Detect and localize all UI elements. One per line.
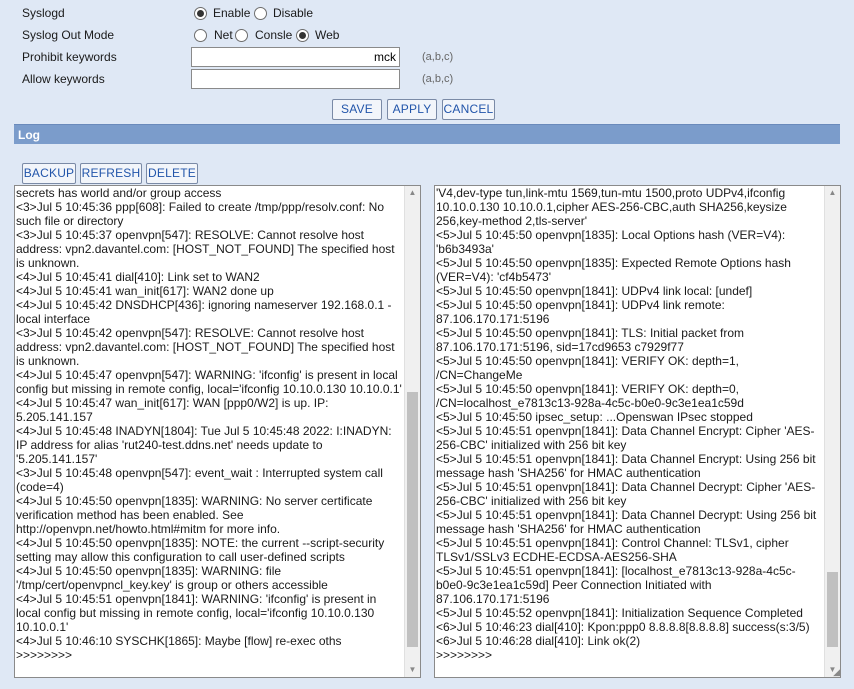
- syslogd-label: Syslogd: [22, 6, 65, 20]
- allow-hint: (a,b,c): [422, 73, 454, 85]
- log-line: secrets has world and/or group access: [16, 186, 222, 200]
- log-line: <5>Jul 5 10:45:51 openvpn[1841]: [localh…: [436, 564, 796, 606]
- log-line: <5>Jul 5 10:45:52 openvpn[1841]: Initial…: [436, 606, 803, 620]
- log-line: <5>Jul 5 10:45:50 openvpn[1835]: Expecte…: [436, 256, 791, 284]
- log-line: <5>Jul 5 10:45:50 openvpn[1841]: VERIFY …: [436, 354, 739, 382]
- out-mode-net-label: Net: [214, 28, 233, 42]
- prohibit-hint: (a,b,c): [422, 51, 454, 63]
- log-line: <4>Jul 5 10:45:41 dial[410]: Link set to…: [16, 270, 260, 284]
- scroll-up-icon[interactable]: ▲: [825, 186, 840, 200]
- syslogd-enable-radio[interactable]: [194, 7, 207, 20]
- scrollbar-thumb[interactable]: [827, 572, 838, 647]
- log-line: <5>Jul 5 10:45:50 openvpn[1841]: VERIFY …: [436, 382, 744, 410]
- log-line: 'V4,dev-type tun,link-mtu 1569,tun-mtu 1…: [436, 186, 787, 228]
- log-line: <5>Jul 5 10:45:50 ipsec_setup: ...Opensw…: [436, 410, 753, 424]
- prohibit-label: Prohibit keywords: [22, 50, 117, 64]
- prohibit-keywords-input[interactable]: [191, 47, 400, 67]
- scroll-up-icon[interactable]: ▲: [405, 186, 420, 200]
- scroll-down-icon[interactable]: ▼: [405, 663, 420, 677]
- log-line: <6>Jul 5 10:46:23 dial[410]: Kpon:ppp0 8…: [436, 620, 810, 634]
- vpn-log-content: 'V4,dev-type tun,link-mtu 1569,tun-mtu 1…: [435, 186, 824, 677]
- log-line: <4>Jul 5 10:45:48 INADYN[1804]: Tue Jul …: [16, 424, 392, 466]
- out-mode-consle-label: Consle: [255, 28, 293, 42]
- allow-row: Allow keywords (a,b,c): [0, 69, 854, 89]
- log-line: <4>Jul 5 10:46:10 SYSCHK[1865]: Maybe [f…: [16, 634, 342, 648]
- log-line: >>>>>>>>: [436, 648, 493, 662]
- log-line: <3>Jul 5 10:45:37 openvpn[547]: RESOLVE:…: [16, 228, 395, 270]
- out-mode-row: Syslog Out Mode Net Consle Web: [0, 25, 854, 45]
- system-log-content: secrets has world and/or group access <3>…: [15, 186, 404, 677]
- system-log-textarea[interactable]: secrets has world and/or group access <3>…: [14, 185, 421, 678]
- log-line: >>>>>>>>: [16, 648, 73, 662]
- log-line: <5>Jul 5 10:45:51 openvpn[1841]: Control…: [436, 536, 789, 564]
- vpn-log-textarea[interactable]: 'V4,dev-type tun,link-mtu 1569,tun-mtu 1…: [434, 185, 841, 678]
- allow-keywords-input[interactable]: [191, 69, 400, 89]
- log-line: <5>Jul 5 10:45:50 openvpn[1841]: UDPv4 l…: [436, 284, 753, 298]
- prohibit-row: Prohibit keywords (a,b,c): [0, 47, 854, 67]
- log-line: <6>Jul 5 10:46:28 dial[410]: Link ok(2): [436, 634, 641, 648]
- out-mode-consle-radio[interactable]: [235, 29, 248, 42]
- scrollbar-thumb[interactable]: [407, 392, 418, 647]
- log-line: <3>Jul 5 10:45:42 openvpn[547]: RESOLVE:…: [16, 326, 395, 368]
- log-line: <5>Jul 5 10:45:51 openvpn[1841]: Data Ch…: [436, 508, 817, 536]
- syslogd-disable-radio[interactable]: [254, 7, 267, 20]
- out-mode-net-radio[interactable]: [194, 29, 207, 42]
- syslogd-row: Syslogd Enable Disable: [0, 3, 854, 23]
- out-mode-web-label: Web: [315, 28, 340, 42]
- cancel-button[interactable]: CANCEL: [442, 99, 495, 120]
- backup-button[interactable]: BACKUP: [22, 163, 76, 184]
- syslogd-enable-label: Enable: [213, 6, 251, 20]
- log-line: <5>Jul 5 10:45:50 openvpn[1841]: TLS: In…: [436, 326, 744, 354]
- save-button[interactable]: SAVE: [332, 99, 382, 120]
- log-line: <4>Jul 5 10:45:47 openvpn[547]: WARNING:…: [16, 368, 402, 396]
- system-log-scrollbar[interactable]: ▲ ▼: [404, 186, 420, 677]
- refresh-button[interactable]: REFRESH: [80, 163, 142, 184]
- log-line: <5>Jul 5 10:45:51 openvpn[1841]: Data Ch…: [436, 480, 816, 508]
- log-line: <4>Jul 5 10:45:47 wan_init[617]: WAN [pp…: [16, 396, 329, 424]
- vpn-log-scrollbar[interactable]: ▲ ▼: [824, 186, 840, 677]
- log-line: <4>Jul 5 10:45:42 DNSDHCP[436]: ignoring…: [16, 298, 392, 326]
- allow-label: Allow keywords: [22, 72, 105, 86]
- log-line: <3>Jul 5 10:45:36 ppp[608]: Failed to cr…: [16, 200, 385, 228]
- log-line: <4>Jul 5 10:45:51 openvpn[1841]: WARNING…: [16, 592, 377, 634]
- log-line: <3>Jul 5 10:45:48 openvpn[547]: event_wa…: [16, 466, 383, 494]
- syslogd-disable-label: Disable: [273, 6, 314, 20]
- log-line: <4>Jul 5 10:45:50 openvpn[1835]: NOTE: t…: [16, 536, 385, 564]
- log-line: <4>Jul 5 10:45:41 wan_init[617]: WAN2 do…: [16, 284, 274, 298]
- log-line: <5>Jul 5 10:45:51 openvpn[1841]: Data Ch…: [436, 424, 815, 452]
- log-line: <4>Jul 5 10:45:50 openvpn[1835]: WARNING…: [16, 494, 373, 536]
- delete-button[interactable]: DELETE: [146, 163, 198, 184]
- out-mode-label: Syslog Out Mode: [22, 28, 115, 42]
- log-line: <4>Jul 5 10:45:50 openvpn[1835]: WARNING…: [16, 564, 328, 592]
- apply-button[interactable]: APPLY: [387, 99, 437, 120]
- resize-grip-icon[interactable]: ◢: [830, 667, 840, 677]
- log-line: <5>Jul 5 10:45:51 openvpn[1841]: Data Ch…: [436, 452, 816, 480]
- log-line: <5>Jul 5 10:45:50 openvpn[1841]: UDPv4 l…: [436, 298, 725, 326]
- out-mode-web-radio[interactable]: [296, 29, 309, 42]
- log-section-header: Log: [14, 124, 840, 144]
- log-line: <5>Jul 5 10:45:50 openvpn[1835]: Local O…: [436, 228, 786, 256]
